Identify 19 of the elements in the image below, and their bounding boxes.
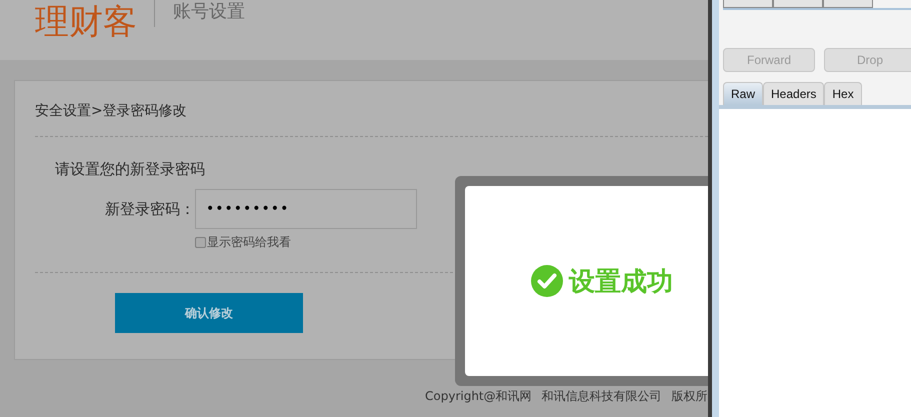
footer-text: 版权所	[672, 388, 708, 405]
tab[interactable]: Raw	[723, 82, 764, 105]
password-field[interactable]: •••••••••	[195, 189, 417, 229]
success-message: 设置成功	[569, 266, 673, 298]
tab[interactable]	[823, 0, 873, 8]
tab[interactable]: Headers	[763, 82, 824, 105]
checkbox[interactable]	[195, 237, 206, 248]
breadcrumb: 安全设置>登录密码修改	[35, 102, 188, 120]
tab[interactable]	[723, 0, 773, 8]
success-check-icon	[531, 265, 563, 297]
field-label: 新登录密码：	[104, 200, 195, 218]
footer-text: 和讯信息科技有限公司	[542, 388, 662, 405]
page-title: 账号设置	[173, 1, 245, 23]
checkbox-label: 显示密码给我看	[207, 234, 291, 251]
tab[interactable]	[773, 0, 823, 8]
footer-text: Copyright@和讯网	[425, 388, 532, 405]
logo: 理财客	[35, 2, 137, 42]
tab[interactable]: Hex	[824, 82, 862, 105]
form-heading: 请设置您的新登录密码	[55, 159, 206, 179]
